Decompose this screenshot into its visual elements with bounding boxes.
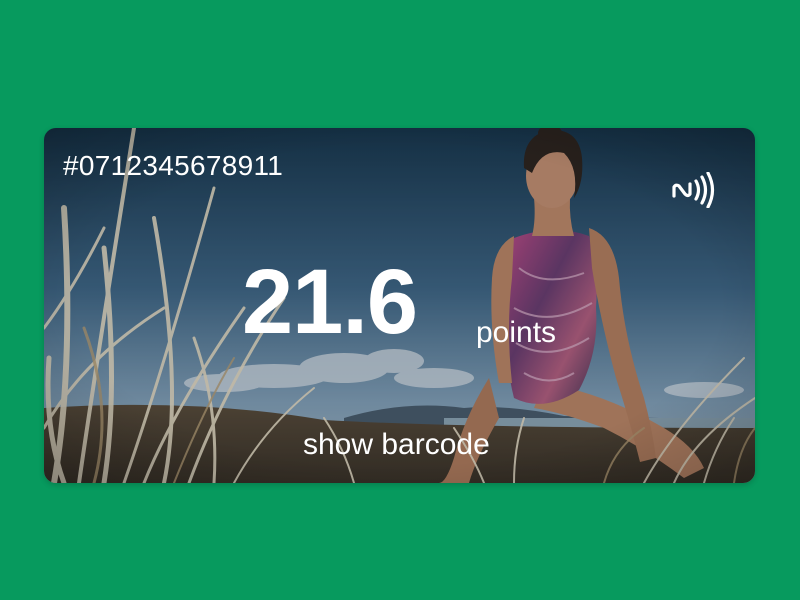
points-unit-label: points (476, 316, 557, 349)
card-number: #0712345678911 (63, 150, 284, 181)
points-display: 21.6 points (242, 256, 556, 349)
page-background: #0712345678911 21.6 points show barcode (0, 0, 800, 600)
loyalty-card[interactable]: #0712345678911 21.6 points show barcode (44, 128, 755, 483)
points-value: 21.6 (242, 251, 418, 353)
contactless-icon[interactable] (671, 172, 717, 208)
show-barcode-link[interactable]: show barcode (303, 428, 490, 462)
